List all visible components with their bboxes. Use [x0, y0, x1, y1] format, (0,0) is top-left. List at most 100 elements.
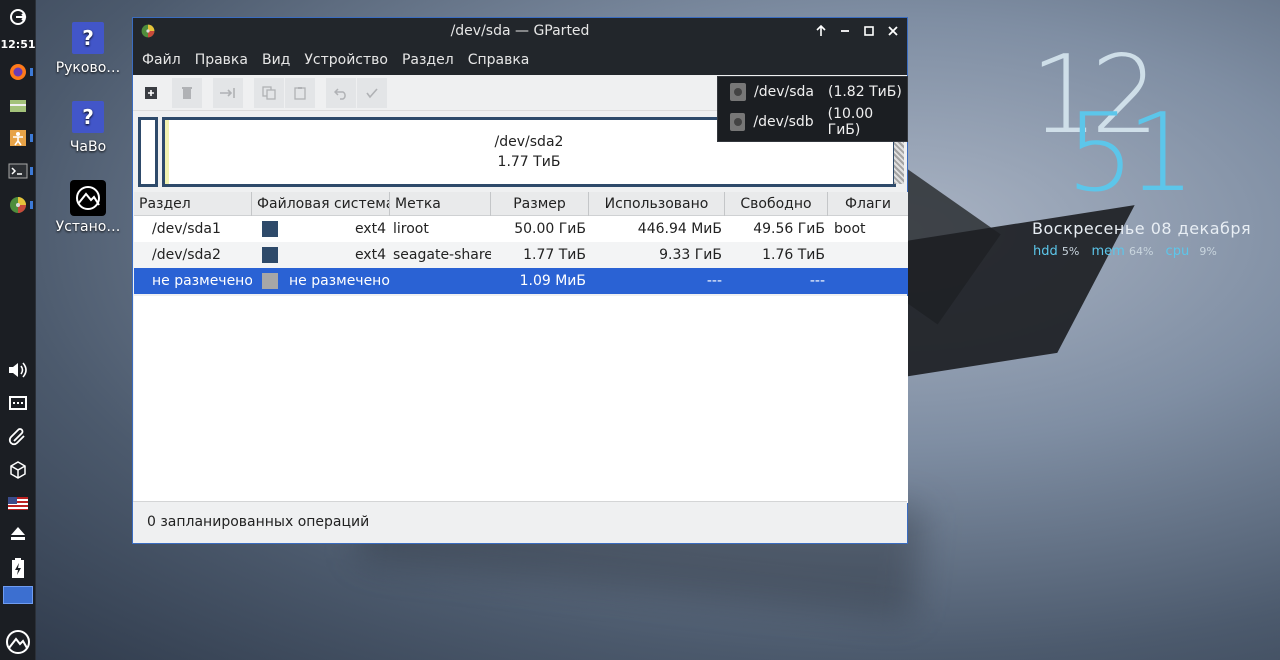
harddisk-icon — [730, 83, 746, 101]
keep-above-button[interactable] — [812, 22, 830, 40]
battery-icon[interactable] — [3, 554, 33, 582]
menu-view[interactable]: Вид — [255, 52, 297, 68]
cell-label: liroot — [393, 221, 429, 237]
undo-button[interactable] — [326, 77, 356, 108]
gparted-icon[interactable] — [3, 191, 33, 219]
desktop-icon-faq[interactable]: ? ЧаВо — [48, 101, 128, 155]
cell-free: 49.56 ГиБ — [753, 221, 825, 237]
used-space-bar — [165, 120, 169, 184]
desktop-icon-installer[interactable]: Устано… — [48, 180, 128, 235]
column-header-free[interactable]: Свободно — [725, 191, 828, 216]
help-icon: ? — [72, 22, 104, 54]
column-header-used[interactable]: Использовано — [589, 191, 725, 216]
menu-edit[interactable]: Правка — [188, 52, 255, 68]
hdd-value: 5% — [1061, 245, 1080, 258]
conky-minute: 51 — [1066, 91, 1195, 216]
menu-help[interactable]: Справка — [461, 52, 537, 68]
partition-table: Раздел Файловая система Метка Размер Исп… — [134, 191, 908, 294]
close-button[interactable] — [884, 22, 902, 40]
terminal-icon[interactable] — [3, 157, 33, 185]
harddisk-icon — [730, 113, 746, 131]
left-panel: 12:51 — [0, 0, 36, 660]
cell-flags — [828, 268, 908, 294]
cell-flags: boot — [834, 221, 866, 237]
maximize-button[interactable] — [860, 22, 878, 40]
column-header-flags[interactable]: Флаги — [828, 192, 908, 216]
unallocated-segment[interactable] — [894, 139, 904, 184]
device-size: (10.00 ГиБ) — [827, 106, 874, 138]
panel-clock[interactable]: 12:51 — [0, 38, 36, 51]
firefox-icon[interactable] — [3, 58, 33, 86]
desktop-icon-label: Руково… — [55, 60, 121, 76]
delete-partition-button[interactable] — [172, 77, 202, 108]
partition-segment-sda1[interactable] — [138, 117, 158, 187]
device-size: (1.82 ТиБ) — [827, 84, 902, 100]
desktop-icon-guide[interactable]: ? Руково… — [48, 22, 128, 76]
mem-value: 64% — [1128, 245, 1154, 258]
apply-button[interactable] — [357, 77, 387, 108]
table-row[interactable]: /dev/sda2 ext4 seagate-share 1.77 ТиБ 9.… — [134, 242, 908, 268]
device-name: /dev/sdb — [753, 114, 814, 130]
cell-label: seagate-share — [393, 247, 491, 263]
fs-color-swatch — [262, 247, 278, 263]
cell-partition: не размечено — [152, 273, 252, 289]
package-icon[interactable] — [3, 456, 33, 484]
device-name: /dev/sda — [754, 84, 814, 100]
menu-partition[interactable]: Раздел — [395, 52, 461, 68]
workspace-icon[interactable] — [3, 586, 33, 604]
conky-date: Воскресенье 08 декабря — [1032, 219, 1252, 238]
desktop-icon-label: ЧаВо — [69, 139, 107, 155]
column-header-size[interactable]: Размер — [491, 191, 589, 216]
column-header-partition[interactable]: Раздел — [134, 191, 252, 216]
fs-name: ext4 — [354, 221, 386, 237]
cell-partition: /dev/sda1 — [152, 221, 221, 237]
fs-name: не размечено — [289, 273, 390, 289]
table-empty-area — [134, 296, 908, 503]
device-item-sda[interactable]: /dev/sda (1.82 ТиБ) — [718, 77, 907, 107]
paste-button[interactable] — [285, 77, 315, 108]
device-item-sdb[interactable]: /dev/sdb (10.00 ГиБ) — [718, 106, 907, 138]
table-row[interactable]: /dev/sda1 ext4 liroot 50.00 ГиБ 446.94 М… — [134, 216, 908, 242]
device-dropdown: /dev/sda (1.82 ТиБ) /dev/sdb (10.00 ГиБ) — [717, 76, 908, 142]
column-header-label[interactable]: Метка — [390, 191, 491, 216]
table-row-selected[interactable]: не размечено не размечено 1.09 МиБ --- -… — [134, 268, 908, 294]
cell-free: 1.76 ТиБ — [762, 247, 825, 263]
eject-icon[interactable] — [3, 520, 33, 548]
menu-device[interactable]: Устройство — [297, 52, 395, 68]
column-header-filesystem[interactable]: Файловая система — [252, 191, 390, 216]
logout-icon[interactable] — [3, 3, 33, 31]
window-titlebar[interactable]: /dev/sda — GParted — [133, 18, 907, 44]
cell-size: 1.77 ТиБ — [523, 247, 586, 263]
cpu-label: cpu — [1165, 244, 1190, 259]
volume-icon[interactable] — [3, 356, 33, 384]
accessibility-icon[interactable] — [3, 124, 33, 152]
conky-stats: hdd 5% mem 64% cpu 9% — [1033, 244, 1225, 259]
hdd-label: hdd — [1033, 244, 1058, 259]
file-manager-icon[interactable] — [3, 92, 33, 120]
desktop-icon-label: Устано… — [55, 219, 121, 235]
menubar: Файл Правка Вид Устройство Раздел Справк… — [133, 44, 907, 75]
cell-partition: /dev/sda2 — [152, 247, 221, 263]
distro-logo-icon[interactable] — [3, 628, 33, 656]
cell-used: --- — [706, 273, 722, 289]
copy-button[interactable] — [254, 77, 284, 108]
fs-name: ext4 — [354, 247, 386, 263]
keyboard-layout-flag-icon[interactable] — [3, 489, 33, 517]
cell-filesystem: ext4 — [252, 242, 390, 268]
cell-label — [390, 268, 491, 294]
clipboard-icon[interactable] — [3, 423, 33, 451]
table-header: Раздел Файловая система Метка Размер Исп… — [134, 191, 908, 216]
window-title: /dev/sda — GParted — [450, 23, 590, 39]
cell-flags — [828, 242, 908, 268]
status-bar: 0 запланированных операций — [133, 501, 907, 543]
network-icon[interactable] — [3, 389, 33, 417]
fs-color-swatch — [262, 273, 278, 289]
menu-file[interactable]: Файл — [135, 52, 188, 68]
cell-size: 1.09 МиБ — [519, 273, 586, 289]
cell-free: --- — [809, 273, 825, 289]
partition-segment-size: 1.77 ТиБ — [497, 154, 561, 170]
minimize-button[interactable] — [836, 22, 854, 40]
cell-used: 446.94 МиБ — [637, 221, 722, 237]
new-partition-button[interactable] — [141, 78, 161, 108]
resize-move-button[interactable] — [213, 77, 243, 108]
